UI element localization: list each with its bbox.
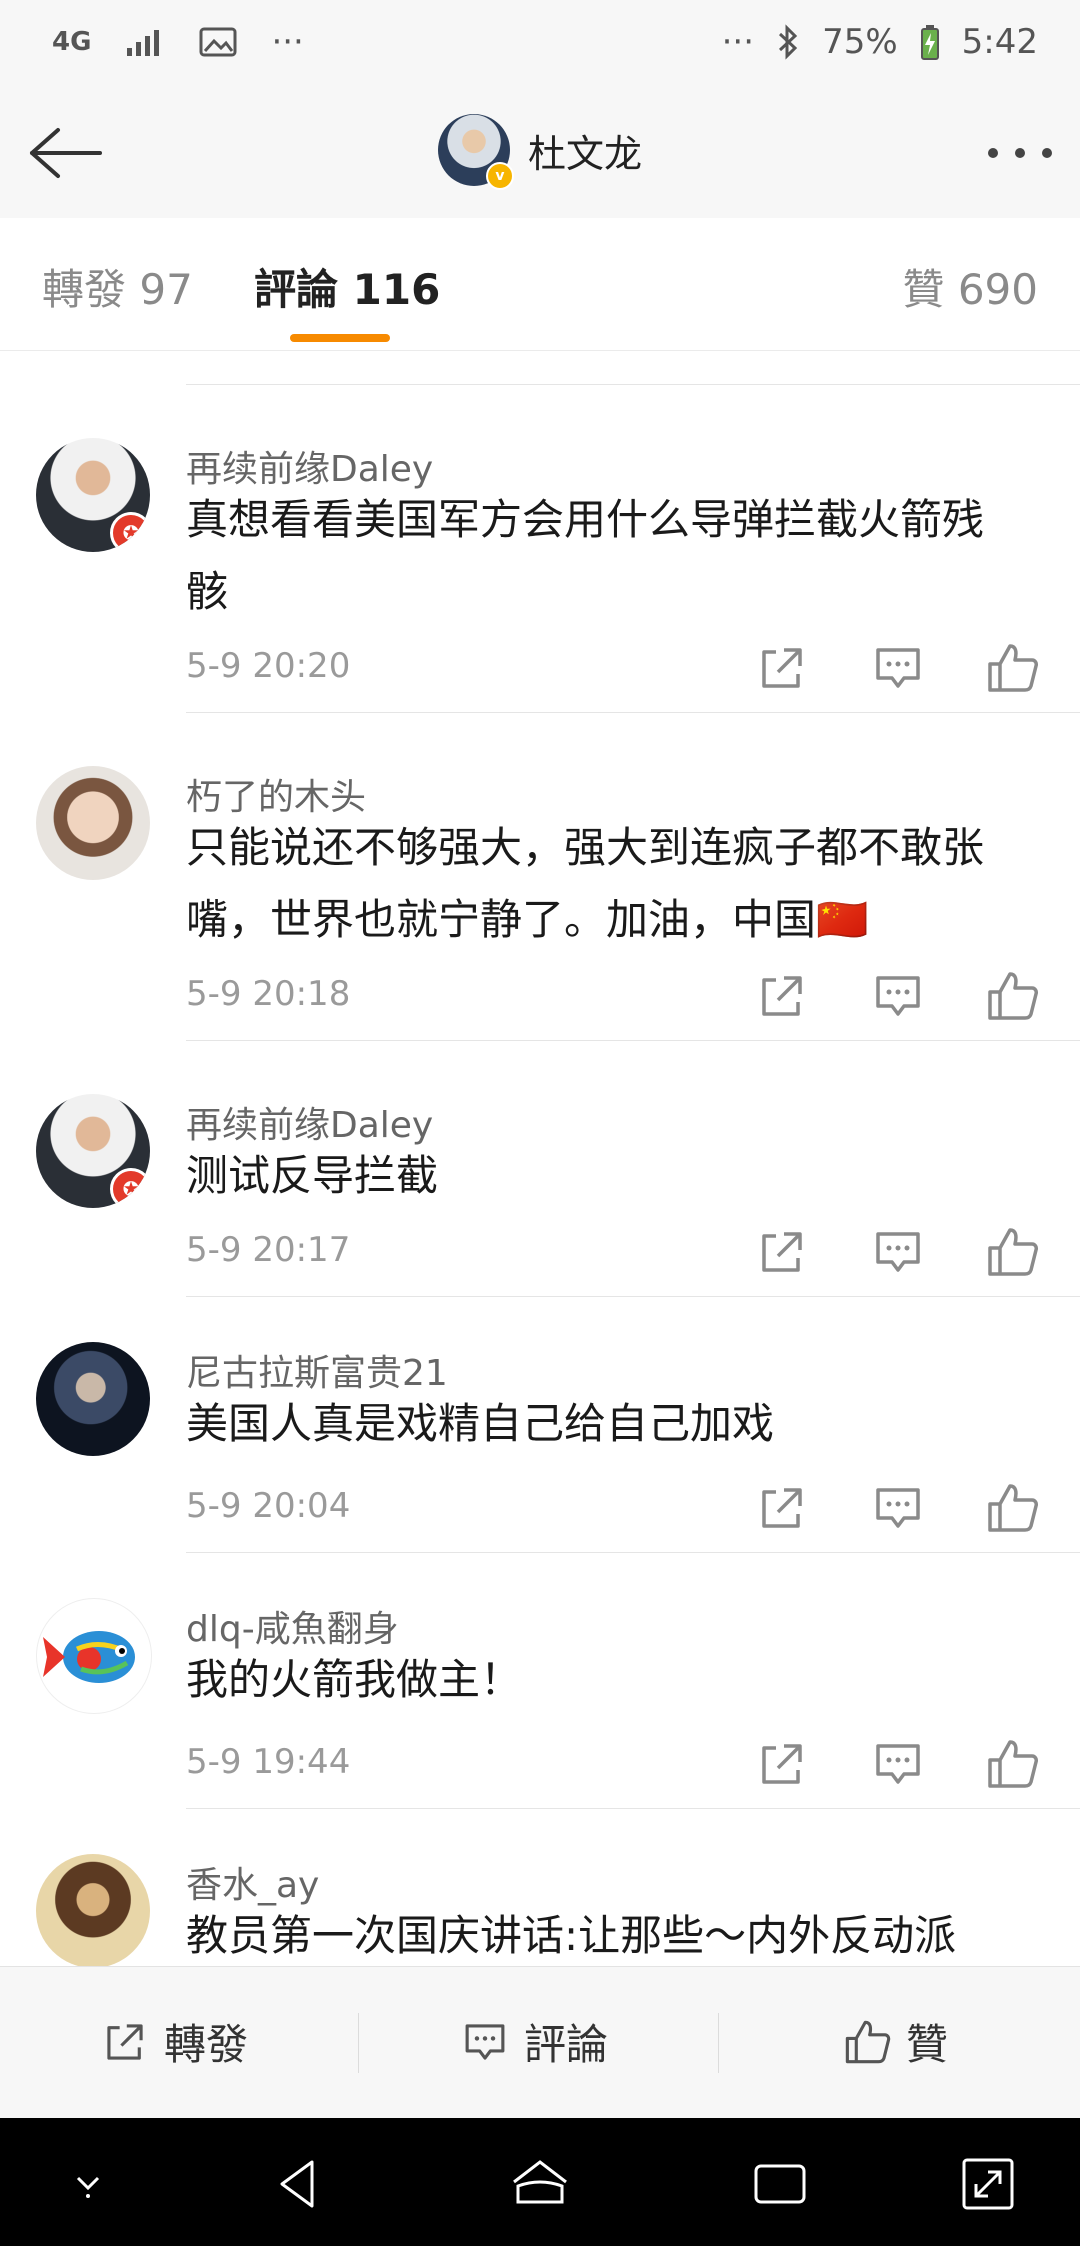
comment-text: 教员第一次国庆讲话:让那些～内外反动派 [186,1911,957,1960]
rotate-screen-icon[interactable] [956,2152,1020,2216]
share-icon[interactable] [754,968,810,1024]
comment-label: 評論 [524,2020,609,2069]
like-icon[interactable] [984,640,1040,696]
recents-nav-icon[interactable] [748,2152,812,2216]
verified-badge-icon: v [486,162,514,190]
bottom-action-bar: 轉發 評論 贊 [0,1966,1080,2119]
comment-time: 5-9 20:20 [186,646,351,686]
reply-icon[interactable] [870,1736,926,1792]
tab-likes[interactable]: 贊 690 [902,256,1038,317]
like-button[interactable]: 贊 [842,2011,948,2072]
more-options-button[interactable] [980,128,1060,178]
network-type-label: 4G [52,27,92,57]
image-notification-icon [199,27,237,57]
avatar[interactable]: v [438,114,514,190]
comment-text: 我的火箭我做主！ [186,1655,523,1704]
battery-charging-icon [920,25,939,60]
comment-time: 5-9 20:17 [186,1230,351,1270]
comment-text: 只能说还不够强大，强大到连疯子都不敢张 嘴，世界也就宁静了。加油，中国🇨🇳 [186,823,985,944]
badge-icon: ✪ [110,512,150,552]
reply-icon[interactable] [870,968,926,1024]
repost-icon [107,2023,143,2060]
like-icon[interactable] [984,968,1040,1024]
comment-time: 5-9 19:44 [186,1742,351,1782]
comment-icon [465,2023,505,2060]
like-icon [845,2020,891,2063]
avatar[interactable]: ✪ [36,1094,150,1208]
comment-item[interactable]: dlq-咸魚翻身 我的火箭我做主！ 5-9 19:44 [0,1552,1080,1809]
fish-avatar-icon [43,1631,135,1683]
active-tab-indicator [290,334,390,342]
divider [358,2013,359,2073]
home-nav-icon[interactable] [508,2152,572,2216]
like-icon[interactable] [984,1224,1040,1280]
divider [718,2013,719,2073]
comment-text: 真想看看美国军方会用什么导弹拦截火箭残 骸 [186,495,985,616]
more-dots-icon [988,148,999,158]
back-button[interactable] [22,116,112,190]
like-icon[interactable] [984,1736,1040,1792]
comment-button[interactable]: 評論 [460,2011,608,2072]
battery-percent: 75% [822,22,898,62]
system-navigation-bar [0,2118,1080,2246]
comment-item[interactable]: 香水_ay 教员第一次国庆讲话:让那些～内外反动派 [0,1808,1080,1966]
share-icon[interactable] [754,1736,810,1792]
avatar[interactable] [36,1342,150,1456]
comment-item[interactable]: 朽了的木头 只能说还不够强大，强大到连疯子都不敢张 嘴，世界也就宁静了。加油，中… [0,712,1080,1041]
header: v 杜文龙 [0,90,1080,219]
comment-list[interactable]: ✪ 再续前缘Daley 真想看看美国军方会用什么导弹拦截火箭残 骸 5-9 20… [0,350,1080,1966]
bluetooth-icon [779,24,798,60]
comment-item[interactable]: ✪ 再续前缘Daley 真想看看美国军方会用什么导弹拦截火箭残 骸 5-9 20… [0,384,1080,713]
more-notifications-icon: ··· [271,22,304,62]
status-bar: 4G ··· ··· 75% 5:42 [0,0,1080,90]
like-icon[interactable] [984,1480,1040,1536]
more-status-icon: ··· [721,22,755,62]
share-icon[interactable] [754,1224,810,1280]
comment-text: 美国人真是戏精自己给自己加戏 [186,1399,775,1448]
avatar[interactable] [36,1598,152,1714]
like-label: 贊 [906,2020,949,2069]
back-arrow-icon [30,128,102,178]
signal-icon [127,30,160,56]
status-time: 5:42 [961,22,1038,62]
comment-time: 5-9 20:18 [186,974,351,1014]
avatar[interactable] [36,1854,150,1966]
avatar[interactable]: ✪ [36,438,150,552]
repost-button[interactable]: 轉發 [100,2011,248,2072]
avatar[interactable] [36,766,150,880]
badge-icon: ✪ [110,1168,150,1208]
comment-time: 5-9 20:04 [186,1486,351,1526]
reply-icon[interactable] [870,1224,926,1280]
reply-icon[interactable] [870,1480,926,1536]
tab-bar: 轉發 97 評論 116 贊 690 [0,218,1080,351]
tab-repost[interactable]: 轉發 97 [42,256,193,317]
share-icon[interactable] [754,1480,810,1536]
repost-label: 轉發 [164,2020,249,2069]
page-title: 杜文龙 [528,131,643,176]
profile-header[interactable]: v 杜文龙 [438,114,643,190]
reply-icon[interactable] [870,640,926,696]
comment-item[interactable]: 尼古拉斯富贵21 美国人真是戏精自己给自己加戏 5-9 20:04 [0,1296,1080,1553]
comment-text: 测试反导拦截 [186,1151,439,1200]
comment-item[interactable]: ✪ 再续前缘Daley 测试反导拦截 5-9 20:17 [0,1040,1080,1297]
back-nav-icon[interactable] [268,2152,332,2216]
tab-comments[interactable]: 評論 116 [254,256,440,317]
hide-nav-icon[interactable] [56,2152,120,2216]
share-icon[interactable] [754,640,810,696]
